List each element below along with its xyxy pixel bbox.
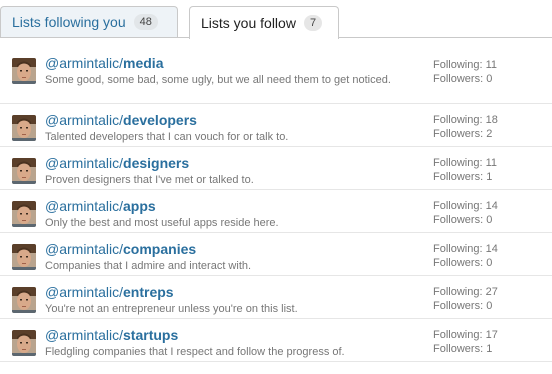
list-item: @armintalic/apps Only the best and most … — [0, 190, 552, 233]
list-name-link[interactable]: @armintalic/apps — [45, 197, 405, 215]
tab-lists-following-you[interactable]: Lists following you 48 — [0, 6, 178, 37]
following-count: 17 — [485, 329, 498, 341]
tab-label: Lists following you — [12, 14, 126, 30]
list-name-link[interactable]: @armintalic/developers — [45, 111, 405, 129]
followers-count: 1 — [486, 171, 493, 183]
list-stats: Following: 14 Followers: 0 — [433, 243, 498, 269]
list-description: Only the best and most useful apps resid… — [45, 217, 279, 229]
tab-count-badge: 48 — [133, 14, 158, 30]
list-item: @armintalic/designers Proven designers t… — [0, 147, 552, 190]
list-description: Talented developers that I can vouch for… — [45, 131, 289, 143]
followers-count: 0 — [486, 257, 493, 269]
list-item: @armintalic/entreps You're not an entrep… — [0, 276, 552, 319]
list-item: @armintalic/companies Companies that I a… — [0, 233, 552, 276]
list-description: Companies that I admire and interact wit… — [45, 260, 252, 272]
avatar[interactable] — [12, 201, 36, 227]
list-item: @armintalic/developers Talented develope… — [0, 104, 552, 147]
list-stats: Following: 11 Followers: 1 — [433, 157, 498, 183]
following-count: 18 — [485, 114, 498, 126]
lists-list: @armintalic/media Some good, some bad, s… — [0, 45, 552, 362]
list-item: @armintalic/media Some good, some bad, s… — [0, 45, 552, 104]
list-name-link[interactable]: @armintalic/entreps — [45, 283, 405, 301]
followers-count: 0 — [486, 300, 493, 312]
list-description: Proven designers that I've met or talked… — [45, 174, 254, 186]
avatar[interactable] — [12, 287, 36, 313]
followers-count: 2 — [486, 128, 493, 140]
list-item: @armintalic/startups Fledgling companies… — [0, 319, 552, 362]
list-name-link[interactable]: @armintalic/startups — [45, 326, 405, 344]
following-count: 27 — [485, 286, 498, 298]
avatar[interactable] — [12, 244, 36, 270]
followers-count: 0 — [486, 214, 493, 226]
list-stats: Following: 14 Followers: 0 — [433, 200, 498, 226]
followers-count: 1 — [486, 343, 493, 355]
list-name-link[interactable]: @armintalic/media — [45, 54, 405, 72]
tab-count-badge: 7 — [303, 15, 323, 31]
list-description: You're not an entrepreneur unless you're… — [45, 303, 298, 315]
list-stats: Following: 11 Followers: 0 — [433, 59, 498, 85]
following-count: 11 — [485, 59, 498, 71]
list-name-link[interactable]: @armintalic/companies — [45, 240, 405, 258]
avatar[interactable] — [12, 58, 36, 84]
following-count: 14 — [485, 200, 498, 212]
following-count: 11 — [485, 157, 498, 169]
list-stats: Following: 17 Followers: 1 — [433, 329, 498, 355]
list-stats: Following: 27 Followers: 0 — [433, 286, 498, 312]
list-tabs: Lists following you 48 Lists you follow … — [0, 0, 552, 39]
following-count: 14 — [485, 243, 498, 255]
list-stats: Following: 18 Followers: 2 — [433, 114, 498, 140]
avatar[interactable] — [12, 158, 36, 184]
avatar[interactable] — [12, 330, 36, 356]
list-description: Fledgling companies that I respect and f… — [45, 346, 345, 358]
followers-count: 0 — [486, 73, 493, 85]
list-description: Some good, some bad, some ugly, but we a… — [45, 74, 391, 86]
tab-lists-you-follow[interactable]: Lists you follow 7 — [189, 6, 339, 39]
avatar[interactable] — [12, 115, 36, 141]
list-name-link[interactable]: @armintalic/designers — [45, 154, 405, 172]
tab-label: Lists you follow — [201, 15, 296, 31]
